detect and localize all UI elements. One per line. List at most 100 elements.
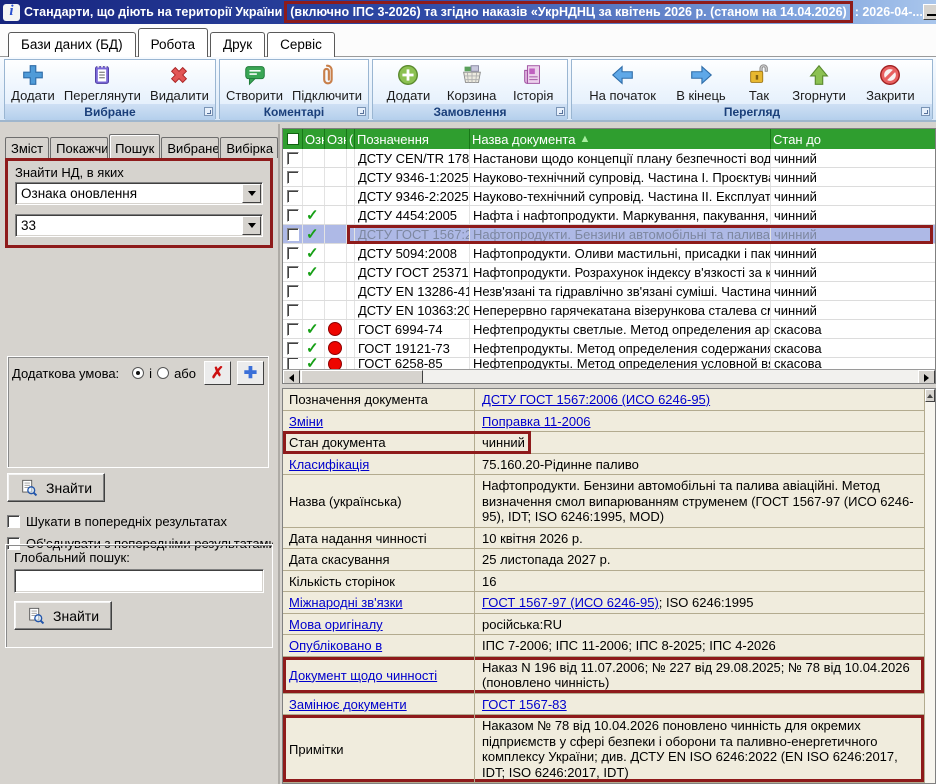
toolbar-group-caption: Вибране	[5, 104, 215, 120]
menu-tab-Робота[interactable]: Робота	[138, 28, 208, 57]
find-button[interactable]: Знайти	[7, 473, 105, 502]
detail-label-link[interactable]: Міжнародні зв'язки	[289, 595, 403, 610]
detail-value: ІПС 7-2006; ІПС 11-2006; ІПС 8-2025; ІПС…	[475, 635, 924, 656]
detail-label-link[interactable]: Зміни	[289, 414, 323, 429]
toolbar-button-Додати[interactable]: Додати	[384, 61, 434, 104]
toolbar-button-Переглянути[interactable]: Переглянути	[61, 61, 144, 104]
table-row[interactable]: ✓ДСТУ 4454:2005Нафта і нафтопродукти. Ма…	[283, 206, 935, 225]
toolbar-group-Вибране: ДодатиПереглянути ВидалитиВибране	[4, 59, 216, 119]
search-field-dropdown[interactable]: Ознака оновлення	[15, 182, 263, 205]
row-checkbox[interactable]	[287, 247, 299, 260]
chevron-down-icon[interactable]	[242, 216, 261, 235]
row-checkbox[interactable]	[287, 152, 299, 165]
minimize-button[interactable]	[923, 4, 936, 20]
column-header-([interactable]: (	[347, 129, 355, 149]
dialog-launcher-icon[interactable]	[556, 107, 565, 116]
scroll-up-arrow-icon[interactable]	[925, 389, 935, 402]
sidebar-tab-Пошук[interactable]: Пошук	[109, 134, 160, 158]
row-checkbox[interactable]	[287, 171, 299, 184]
radio-or[interactable]	[157, 367, 169, 379]
toolbar-button-Згорнути[interactable]: Згорнути	[789, 61, 849, 104]
table-row[interactable]: ✓ГОСТ 19121-73Нефтепродукты. Метод опред…	[283, 339, 935, 358]
toolbar-button-В кінець[interactable]: В кінець	[673, 61, 729, 104]
table-row[interactable]: ✓ДСТУ 5094:2008Нафтопродукти. Оливи маст…	[283, 244, 935, 263]
detail-label-link[interactable]: Класифікація	[289, 457, 369, 472]
toolbar-button-Історія[interactable]: Історія	[510, 61, 556, 104]
add-condition-button[interactable]: ✚	[237, 361, 264, 385]
menu-tab-Сервіс[interactable]: Сервіс	[267, 32, 335, 57]
row-checkbox[interactable]	[287, 342, 299, 355]
table-row[interactable]: ДСТУ 9346-1:2025Науково-технічний супров…	[283, 168, 935, 187]
search-in-previous-checkbox[interactable]	[7, 515, 20, 528]
detail-label-link[interactable]: Замінює документи	[289, 697, 407, 712]
table-row[interactable]: ДСТУ EN 13286-41:2022 (Незв'язані та гід…	[283, 282, 935, 301]
menu-tab-Бази даних (БД)[interactable]: Бази даних (БД)	[8, 32, 136, 57]
column-header-Назва документа[interactable]: Назва документа▲	[470, 129, 771, 149]
toolbar-button-Корзина[interactable]: Корзина	[444, 61, 500, 104]
row-checkbox[interactable]	[287, 190, 299, 203]
sidebar-tab-Зміст[interactable]: Зміст	[5, 137, 49, 158]
table-row[interactable]: ДСТУ EN 10363:2022 (ENНеперервно гарячек…	[283, 301, 935, 320]
toolbar-button-label: Видалити	[150, 88, 209, 103]
sidebar-tab-Вибірка[interactable]: Вибірка	[220, 137, 278, 158]
notepad-icon	[89, 62, 115, 88]
detail-label: Дата надання чинності	[283, 528, 475, 549]
scroll-left-arrow-icon[interactable]	[283, 370, 300, 384]
document-status: чинний	[771, 263, 935, 281]
scrollbar-thumb[interactable]	[301, 370, 423, 384]
column-header-Стан до[interactable]: Стан до	[771, 129, 936, 149]
toolbar-button-Підключити[interactable]: Підключити	[289, 61, 365, 104]
column-header-Позначення[interactable]: Позначення	[355, 129, 470, 149]
detail-label-link[interactable]: Документ щодо чинності	[289, 668, 437, 683]
scroll-right-arrow-icon[interactable]	[918, 370, 935, 384]
row-checkbox[interactable]	[287, 209, 299, 222]
toolbar-button-label: Додати	[387, 88, 431, 103]
window-title-prefix: Стандарти, що діють на території України	[24, 5, 282, 19]
delete-condition-button[interactable]: ✗	[204, 361, 231, 385]
row-checkbox[interactable]	[287, 266, 299, 279]
detail-value-link[interactable]: Поправка 11-2006	[482, 414, 591, 429]
toolbar-button-Видалити[interactable]: Видалити	[147, 61, 212, 104]
toolbar-button-Закрити[interactable]: Закрити	[863, 61, 917, 104]
dialog-launcher-icon[interactable]	[921, 107, 930, 116]
detail-value-link[interactable]: ДСТУ ГОСТ 1567:2006 (ИСО 6246-95)	[482, 392, 710, 407]
detail-value-link[interactable]: ГОСТ 1567-83	[482, 697, 567, 712]
details-vertical-scrollbar[interactable]	[924, 389, 935, 783]
table-row[interactable]: ✓ГОСТ 6994-74Нефтепродукты светлые. Мето…	[283, 320, 935, 339]
row-checkbox[interactable]	[287, 285, 299, 298]
detail-value-text: 16	[482, 574, 496, 589]
search-value-dropdown[interactable]: 33	[15, 214, 263, 237]
dialog-launcher-icon[interactable]	[204, 107, 213, 116]
toolbar-button-На початок[interactable]: На початок	[586, 61, 659, 104]
column-header-Озн[interactable]: Озн	[303, 129, 325, 149]
row-checkbox[interactable]	[287, 323, 299, 336]
toolbar-button-Створити[interactable]: Створити	[223, 61, 286, 104]
radio-and[interactable]	[132, 367, 144, 379]
column-header-Озн[interactable]: Озн	[325, 129, 347, 149]
table-row[interactable]: ✓ГОСТ 6258-85Нефтепродукты. Метод опреде…	[283, 358, 935, 369]
select-all-checkbox[interactable]	[287, 133, 299, 145]
table-row[interactable]: ДСТУ 9346-2:2025Науково-технічний супров…	[283, 187, 935, 206]
detail-label-link[interactable]: Опубліковано в	[289, 638, 382, 653]
detail-row: ПриміткиНаказом № 78 від 10.04.2026 поно…	[283, 715, 924, 783]
row-checkbox[interactable]	[287, 358, 299, 369]
table-row[interactable]: ✓ДСТУ ГОСТ 1567:2006 (ИНафтопродукти. Бе…	[283, 225, 935, 244]
toolbar-button-Так[interactable]: Так	[743, 61, 775, 104]
detail-value-link[interactable]: ГОСТ 1567-97 (ИСО 6246-95)	[482, 595, 659, 610]
row-checkbox[interactable]	[287, 228, 299, 241]
table-row[interactable]: ДСТУ CEN/TR 17801:202:Настанови щодо кон…	[283, 149, 935, 168]
red-x-icon	[166, 62, 192, 88]
toolbar-button-Додати[interactable]: Додати	[8, 61, 58, 104]
horizontal-scrollbar[interactable]	[283, 369, 935, 384]
chevron-down-icon[interactable]	[242, 184, 261, 203]
row-checkbox[interactable]	[287, 304, 299, 317]
sidebar-tab-Покажчи[interactable]: Покажчи	[50, 137, 108, 158]
table-row[interactable]: ✓ДСТУ ГОСТ 25371:2006 (ІНафтопродукти. Р…	[283, 263, 935, 282]
toolbar-button-label: Історія	[513, 88, 553, 103]
sidebar-tab-Вибране[interactable]: Вибране	[161, 137, 219, 158]
global-search-input[interactable]	[14, 569, 264, 593]
global-find-button[interactable]: Знайти	[14, 601, 112, 630]
detail-label-link[interactable]: Мова оригіналу	[289, 617, 383, 632]
dialog-launcher-icon[interactable]	[357, 107, 366, 116]
menu-tab-Друк[interactable]: Друк	[210, 32, 265, 57]
